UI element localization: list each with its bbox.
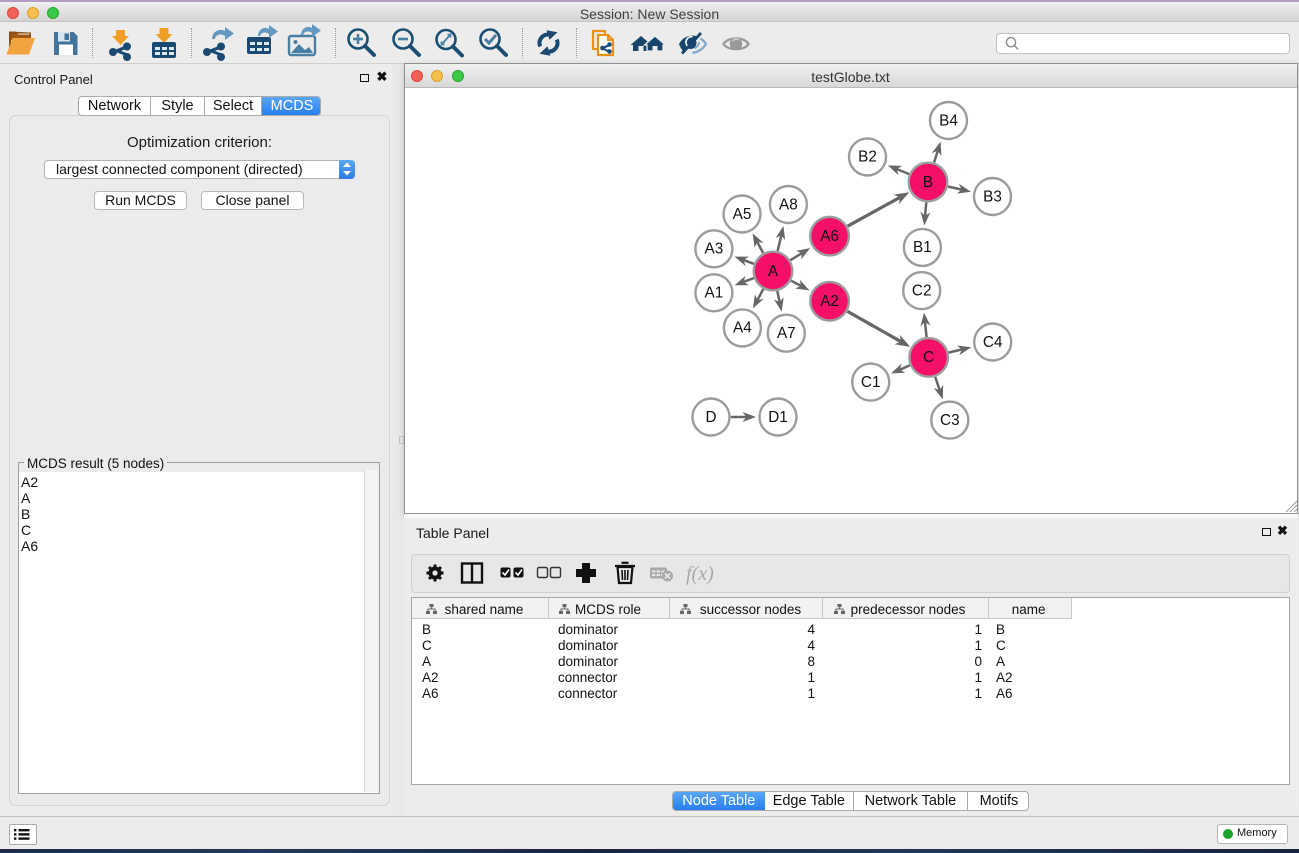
svg-text:C: C <box>923 349 934 366</box>
svg-text:A3: A3 <box>704 241 723 258</box>
svg-text:A7: A7 <box>776 325 795 342</box>
svg-text:A1: A1 <box>704 285 723 302</box>
svg-text:A5: A5 <box>732 206 751 223</box>
svg-text:A6: A6 <box>820 228 839 245</box>
svg-text:B1: B1 <box>913 239 932 256</box>
svg-text:B4: B4 <box>939 112 958 129</box>
svg-text:f(x): f(x) <box>686 563 714 585</box>
svg-text:C2: C2 <box>911 282 931 299</box>
svg-text:D1: D1 <box>768 409 788 426</box>
svg-text:A4: A4 <box>733 320 752 337</box>
svg-text:B2: B2 <box>858 149 877 166</box>
svg-text:B: B <box>922 174 932 191</box>
svg-text:A: A <box>767 263 778 280</box>
svg-text:D: D <box>705 409 716 426</box>
svg-text:A2: A2 <box>820 293 839 310</box>
svg-text:A8: A8 <box>779 196 798 213</box>
svg-text:C4: C4 <box>982 334 1002 351</box>
svg-text:C1: C1 <box>860 374 880 391</box>
svg-text:C3: C3 <box>940 412 960 429</box>
svg-text:B3: B3 <box>983 188 1002 205</box>
